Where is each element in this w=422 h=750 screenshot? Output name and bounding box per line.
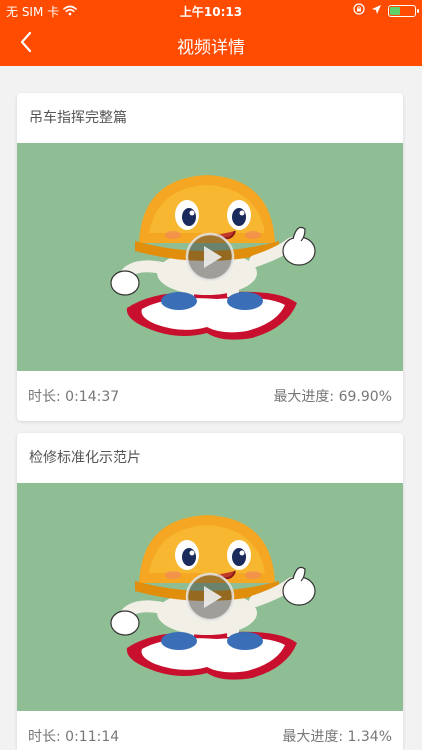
orientation-lock-icon <box>353 3 365 18</box>
progress-value: 69.90% <box>338 389 392 405</box>
duration-label: 时长: <box>28 389 66 405</box>
progress-group: 最大进度: 69.90% <box>273 386 392 406</box>
video-title: 吊车指挥完整篇 <box>29 110 127 126</box>
status-right <box>353 3 419 18</box>
nav-bar: 视频详情 <box>0 22 422 66</box>
duration-label: 时长: <box>28 729 66 745</box>
battery-fill <box>390 7 400 15</box>
video-meta: 时长: 0:14:37 最大进度: 69.90% <box>17 371 403 421</box>
play-icon <box>185 232 235 282</box>
play-button[interactable] <box>185 572 235 622</box>
progress-label: 最大进度: <box>273 389 339 405</box>
duration-group: 时长: 0:11:14 <box>28 726 119 746</box>
video-list[interactable]: 吊车指挥完整篇 时长: 0:14:37 最大进度: 69.90% 检修标准化示范… <box>0 66 422 750</box>
play-button[interactable] <box>185 232 235 282</box>
video-card[interactable]: 检修标准化示范片 时长: 0:11:14 最大进度: 1.34% <box>17 433 403 750</box>
play-icon <box>185 572 235 622</box>
status-bar: 无 SIM 卡 上午10:13 <box>0 0 422 22</box>
page-title: 视频详情 <box>177 38 245 58</box>
location-arrow-icon <box>371 4 382 18</box>
progress-group: 最大进度: 1.34% <box>282 726 392 746</box>
video-card[interactable]: 吊车指挥完整篇 时长: 0:14:37 最大进度: 69.90% <box>17 93 403 421</box>
video-thumbnail[interactable] <box>17 143 403 371</box>
progress-value: 1.34% <box>347 729 392 745</box>
progress-label: 最大进度: <box>282 729 348 745</box>
video-title: 检修标准化示范片 <box>29 450 141 466</box>
video-meta: 时长: 0:11:14 最大进度: 1.34% <box>17 711 403 750</box>
battery-icon <box>388 5 419 17</box>
duration-group: 时长: 0:14:37 <box>28 386 119 406</box>
video-thumbnail[interactable] <box>17 483 403 711</box>
duration-value: 0:11:14 <box>65 729 120 745</box>
duration-value: 0:14:37 <box>65 389 120 405</box>
